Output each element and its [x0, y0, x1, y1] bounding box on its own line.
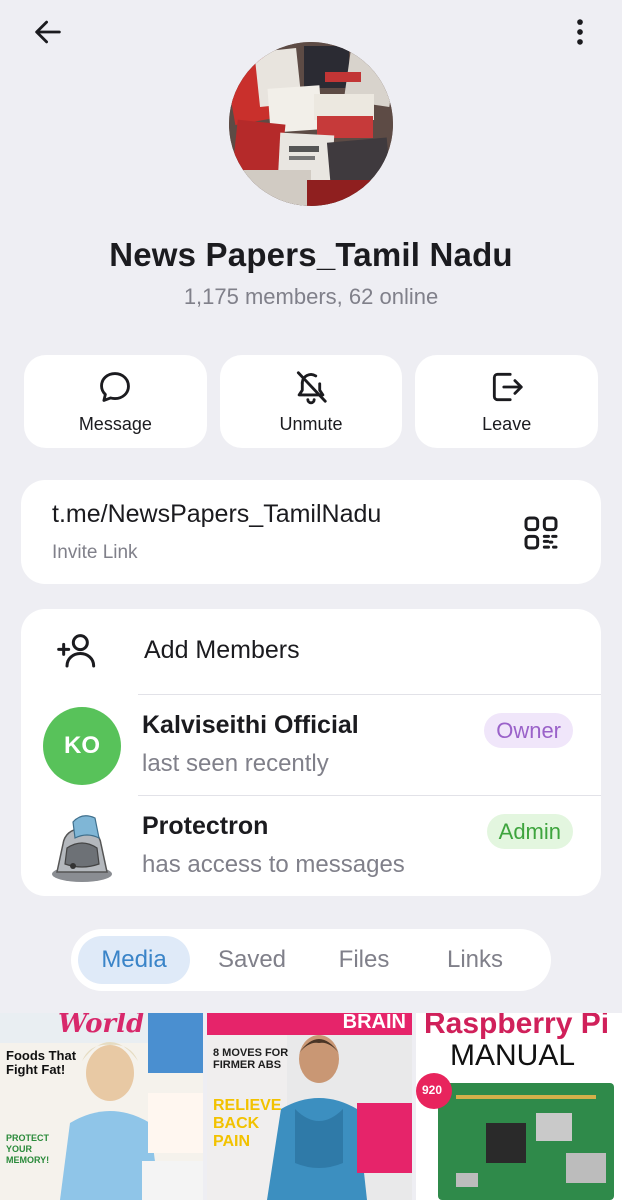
member-status: last seen recently [142, 750, 329, 777]
tab-links[interactable]: Links [418, 936, 532, 984]
group-avatar[interactable] [229, 42, 393, 206]
tab-media[interactable]: Media [78, 936, 190, 984]
leave-button[interactable]: Leave [415, 355, 599, 448]
qr-code-icon [524, 516, 558, 550]
qr-code-button[interactable] [521, 513, 561, 553]
media-thumbnail-2[interactable]: BRAIN 8 MOVES FOR FIRMER ABS RELIEVE BAC… [207, 1013, 412, 1200]
leave-label: Leave [482, 414, 532, 434]
group-title: News Papers_Tamil Nadu [109, 236, 513, 273]
cover-title: Raspberry Pi [424, 1013, 610, 1040]
more-vertical-icon [577, 19, 583, 45]
more-options-button[interactable] [560, 12, 600, 52]
bell-off-icon [296, 371, 327, 405]
media-grid: World Foods That Fight Fat! PROTECT YOUR… [0, 1013, 622, 1200]
member-status: has access to messages [142, 851, 405, 878]
invite-link-label: Invite Link [52, 542, 138, 563]
magazine-cover-image [0, 1013, 203, 1200]
cover-headline: MANUAL [450, 1039, 576, 1072]
cover-subheadline: PROTECT YOUR MEMORY! [6, 1133, 50, 1165]
cover-headline: Foods That Fight Fat! [6, 1048, 77, 1077]
media-thumbnail-3[interactable]: Raspberry Pi MANUAL 920 [416, 1013, 622, 1200]
member-row-kalviseithi[interactable]: KO Kalviseithi Official last seen recent… [21, 695, 601, 795]
unmute-button[interactable]: Unmute [219, 355, 403, 448]
invite-link-text[interactable]: t.me/NewsPapers_TamilNadu [52, 500, 381, 529]
message-icon [100, 372, 131, 402]
add-members-row[interactable]: Add Members [21, 609, 601, 694]
leave-icon [492, 372, 523, 402]
newspaper-collage-image [229, 42, 393, 206]
add-members-label: Add Members [144, 636, 300, 664]
group-member-count: 1,175 members, 62 online [183, 284, 439, 309]
owner-badge: Owner [484, 713, 573, 748]
cover-badge: 920 [422, 1083, 443, 1097]
media-thumbnail-1[interactable]: World Foods That Fight Fat! PROTECT YOUR… [0, 1013, 203, 1200]
robot-avatar-icon [52, 815, 112, 882]
arrow-left-icon [35, 20, 61, 44]
cover-title: World [58, 1013, 145, 1039]
invite-link-card[interactable]: t.me/NewsPapers_TamilNadu Invite Link [21, 480, 601, 584]
cover-title: BRAIN [342, 1013, 406, 1033]
back-button[interactable] [28, 12, 68, 52]
avatar [43, 808, 121, 886]
member-name: Protectron [142, 812, 269, 840]
add-user-icon [57, 634, 96, 668]
member-name: Kalviseithi Official [142, 711, 359, 739]
avatar: KO [43, 707, 121, 785]
tab-saved[interactable]: Saved [194, 936, 310, 984]
message-button[interactable]: Message [24, 355, 207, 448]
cover-headline: 8 MOVES FOR FIRMER ABS [213, 1047, 289, 1071]
unmute-label: Unmute [279, 414, 343, 434]
action-buttons: Message Unmute Leave [24, 355, 599, 448]
members-card: Add Members KO Kalviseithi Official last… [21, 609, 601, 896]
tab-files[interactable]: Files [314, 936, 414, 984]
media-tabs: Media Saved Files Links [71, 929, 551, 991]
cover-subheadline: RELIEVE BACK PAIN [213, 1097, 282, 1150]
message-label: Message [78, 414, 152, 434]
member-row-protectron[interactable]: Protectron has access to messages Admin [21, 796, 601, 896]
admin-badge: Admin [486, 814, 573, 849]
